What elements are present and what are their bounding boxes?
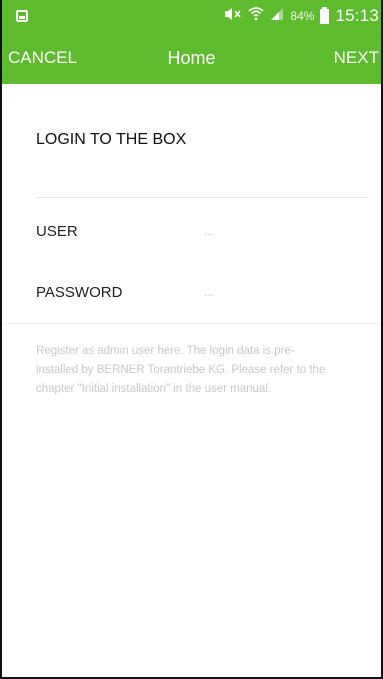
page-title: Home [167, 47, 216, 68]
form-divider [2, 323, 381, 324]
status-right: 84% 15:13 [224, 6, 379, 26]
help-text: Register as admin user here. The login d… [36, 345, 326, 395]
next-button[interactable]: NEXT [334, 48, 381, 68]
wifi-icon [248, 6, 264, 26]
password-input[interactable]: ... [204, 285, 214, 299]
mute-icon [224, 6, 242, 26]
user-input[interactable]: ... [204, 224, 214, 238]
app-bar: CANCEL Home NEXT [2, 32, 381, 84]
user-label: USER [36, 222, 78, 240]
user-field-row[interactable]: USER ... [2, 219, 381, 243]
app-screen: 84% 15:13 CANCEL Home NEXT LOGIN TO THE … [0, 0, 383, 679]
battery-icon [320, 6, 330, 24]
status-left [16, 10, 28, 22]
battery-percent: 84% [290, 9, 315, 23]
password-label: PASSWORD [36, 283, 123, 301]
status-bar: 84% 15:13 [2, 0, 381, 32]
clock: 15:13 [335, 6, 379, 25]
gallery-icon [16, 10, 28, 22]
password-field-row[interactable]: PASSWORD ... [2, 280, 381, 304]
section-title: LOGIN TO THE BOX [36, 131, 187, 148]
cancel-button[interactable]: CANCEL [2, 48, 77, 68]
section-divider [36, 197, 369, 198]
signal-icon [270, 6, 284, 26]
